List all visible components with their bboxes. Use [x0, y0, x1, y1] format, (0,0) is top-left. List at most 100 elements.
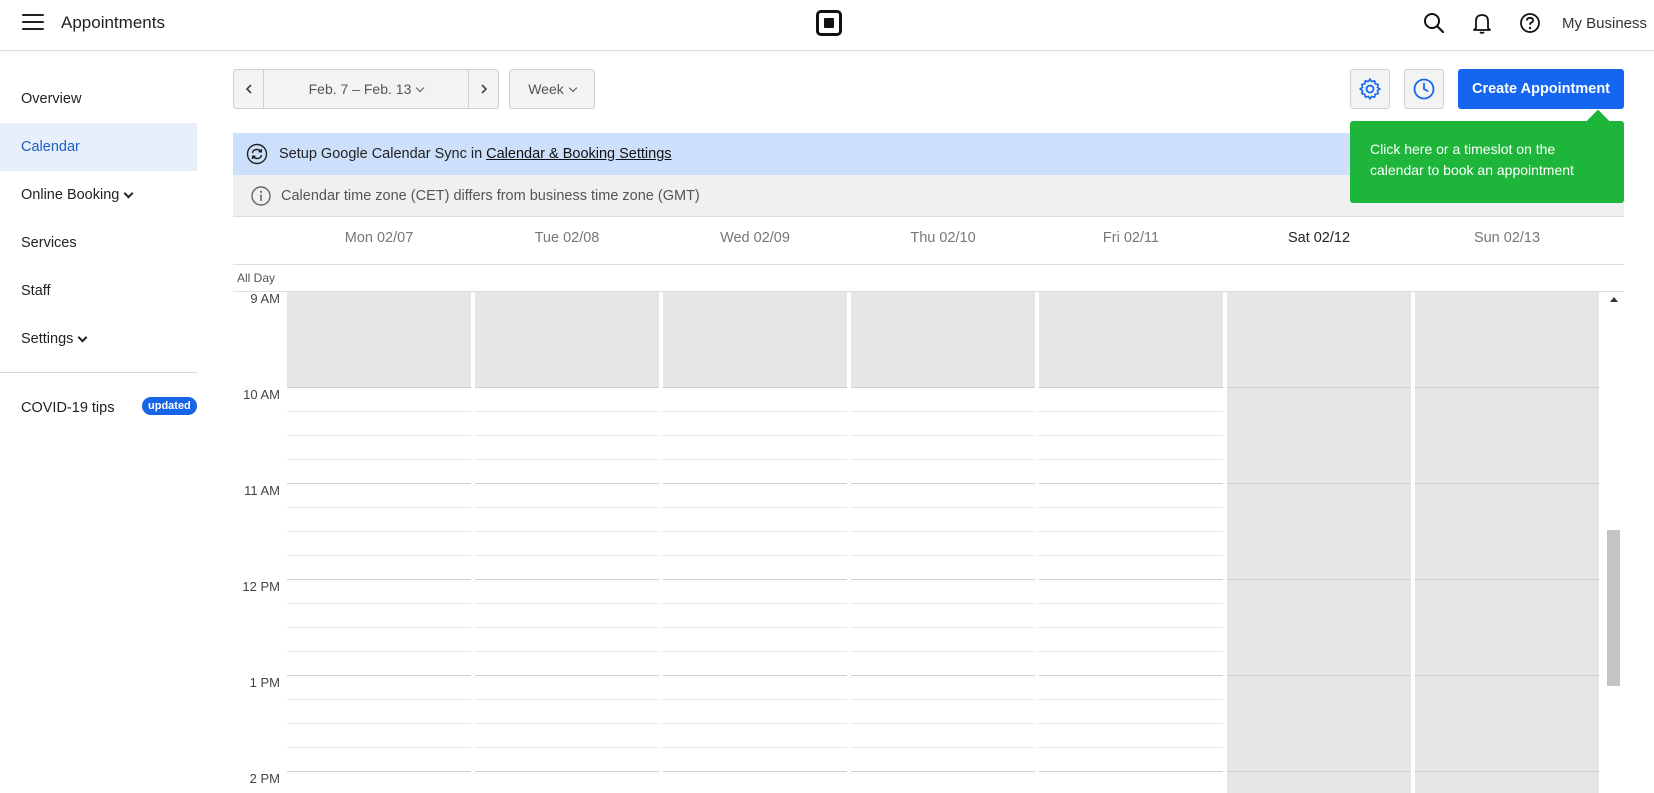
hour-gridline	[1227, 387, 1411, 388]
info-icon	[251, 185, 271, 206]
calendar-scrollbar[interactable]	[1604, 292, 1624, 793]
calendar-booking-settings-link[interactable]: Calendar & Booking Settings	[486, 146, 671, 162]
hour-gridline	[1227, 675, 1411, 676]
date-range-label: Feb. 7 – Feb. 13	[308, 81, 412, 97]
day-header: Thu 02/10	[910, 230, 976, 246]
hour-gridline	[1415, 771, 1599, 772]
day-column[interactable]	[851, 292, 1035, 793]
previous-week-button[interactable]	[233, 69, 264, 109]
sidebar-item-services[interactable]: Services	[0, 219, 197, 267]
date-range-dropdown[interactable]: Feb. 7 – Feb. 13	[263, 69, 469, 109]
clock-icon	[1413, 78, 1435, 100]
all-day-label: All Day	[237, 271, 276, 285]
hour-gridline	[1227, 579, 1411, 580]
scroll-up-icon[interactable]	[1610, 297, 1618, 302]
sidebar: Overview Calendar Online Booking Service…	[0, 51, 197, 793]
chevron-down-icon	[123, 188, 134, 198]
hour-gridline	[475, 771, 659, 772]
updated-badge: updated	[142, 397, 197, 415]
calendar-grid[interactable]	[287, 292, 1604, 793]
hour-label: 2 PM	[249, 771, 280, 786]
view-select[interactable]: Week	[509, 69, 595, 109]
day-header: Mon 02/07	[344, 230, 414, 246]
sidebar-item-settings[interactable]: Settings	[0, 315, 197, 363]
sidebar-item-label: Overview	[21, 91, 82, 107]
day-header: Sun 02/13	[1473, 230, 1541, 246]
hour-gridline	[1039, 675, 1223, 676]
app-title: Appointments	[61, 13, 165, 32]
create-appointment-tooltip: Click here or a timeslot on the calendar…	[1350, 121, 1624, 203]
sidebar-item-label: Staff	[21, 283, 51, 299]
hour-gridline	[1227, 483, 1411, 484]
hour-gridline	[475, 483, 659, 484]
chevron-down-icon	[568, 83, 578, 92]
hour-gridline	[663, 387, 847, 388]
day-column[interactable]	[475, 292, 659, 793]
day-header: Tue 02/08	[534, 230, 600, 246]
hour-gridline	[1415, 387, 1599, 388]
day-column[interactable]	[663, 292, 847, 793]
create-appointment-button[interactable]: Create Appointment	[1458, 69, 1624, 109]
hour-gridline	[663, 483, 847, 484]
hour-gridline	[475, 387, 659, 388]
header-divider	[233, 264, 1624, 265]
hour-gridline	[1415, 579, 1599, 580]
sidebar-item-online-booking[interactable]: Online Booking	[0, 171, 197, 219]
scrollbar-thumb[interactable]	[1607, 530, 1620, 686]
hour-gridline	[851, 483, 1035, 484]
hour-gridline	[287, 579, 471, 580]
sidebar-item-staff[interactable]: Staff	[0, 267, 197, 315]
chevron-down-icon	[77, 332, 88, 342]
square-logo-icon[interactable]	[816, 10, 842, 36]
hour-gridline	[287, 675, 471, 676]
chevron-down-icon	[416, 83, 425, 92]
hour-gridline	[1227, 771, 1411, 772]
sidebar-item-calendar[interactable]: Calendar	[0, 123, 197, 171]
hour-gridline	[1415, 675, 1599, 676]
chevron-right-icon	[480, 84, 487, 94]
hour-gridline	[851, 675, 1035, 676]
sidebar-item-label: COVID-19 tips	[21, 400, 115, 416]
hour-gridline	[1039, 771, 1223, 772]
settings-button[interactable]	[1350, 69, 1390, 109]
hour-label: 11 AM	[244, 483, 280, 498]
sync-icon	[246, 143, 268, 165]
hour-label: 1 PM	[249, 675, 280, 690]
day-header: Sat 02/12	[1287, 230, 1351, 246]
hour-gridline	[287, 387, 471, 388]
day-column[interactable]	[287, 292, 471, 793]
hour-label: 12 PM	[242, 579, 280, 594]
search-icon[interactable]	[1423, 12, 1445, 34]
hour-gridline	[1039, 579, 1223, 580]
day-column[interactable]	[1415, 292, 1599, 793]
timezone-banner-text: Calendar time zone (CET) differs from bu…	[281, 187, 700, 204]
help-icon[interactable]	[1519, 12, 1541, 34]
hour-gridline	[475, 675, 659, 676]
top-bar: Appointments My Business	[0, 0, 1654, 51]
hour-gridline	[1415, 483, 1599, 484]
business-name[interactable]: My Business	[1562, 15, 1647, 32]
hour-gridline	[851, 579, 1035, 580]
hour-label: 9 AM	[250, 291, 280, 306]
view-select-label: Week	[528, 81, 564, 97]
hour-gridline	[663, 675, 847, 676]
hour-gridline	[287, 771, 471, 772]
day-header: Wed 02/09	[720, 230, 790, 246]
chevron-left-icon	[245, 84, 252, 94]
hour-gridline	[475, 579, 659, 580]
hour-gridline	[851, 771, 1035, 772]
bell-icon[interactable]	[1471, 12, 1493, 34]
history-button[interactable]	[1404, 69, 1444, 109]
hour-label: 10 AM	[243, 387, 280, 402]
day-column[interactable]	[1227, 292, 1411, 793]
sync-banner-text: Setup Google Calendar Sync in	[279, 146, 483, 162]
menu-icon[interactable]	[22, 14, 44, 32]
hour-gridline	[851, 387, 1035, 388]
sidebar-item-overview[interactable]: Overview	[0, 75, 197, 123]
day-column[interactable]	[1039, 292, 1223, 793]
hour-gridline	[663, 771, 847, 772]
sidebar-item-label: Services	[21, 235, 77, 251]
hour-gridline	[663, 579, 847, 580]
next-week-button[interactable]	[468, 69, 499, 109]
sidebar-item-label: Calendar	[21, 139, 80, 155]
